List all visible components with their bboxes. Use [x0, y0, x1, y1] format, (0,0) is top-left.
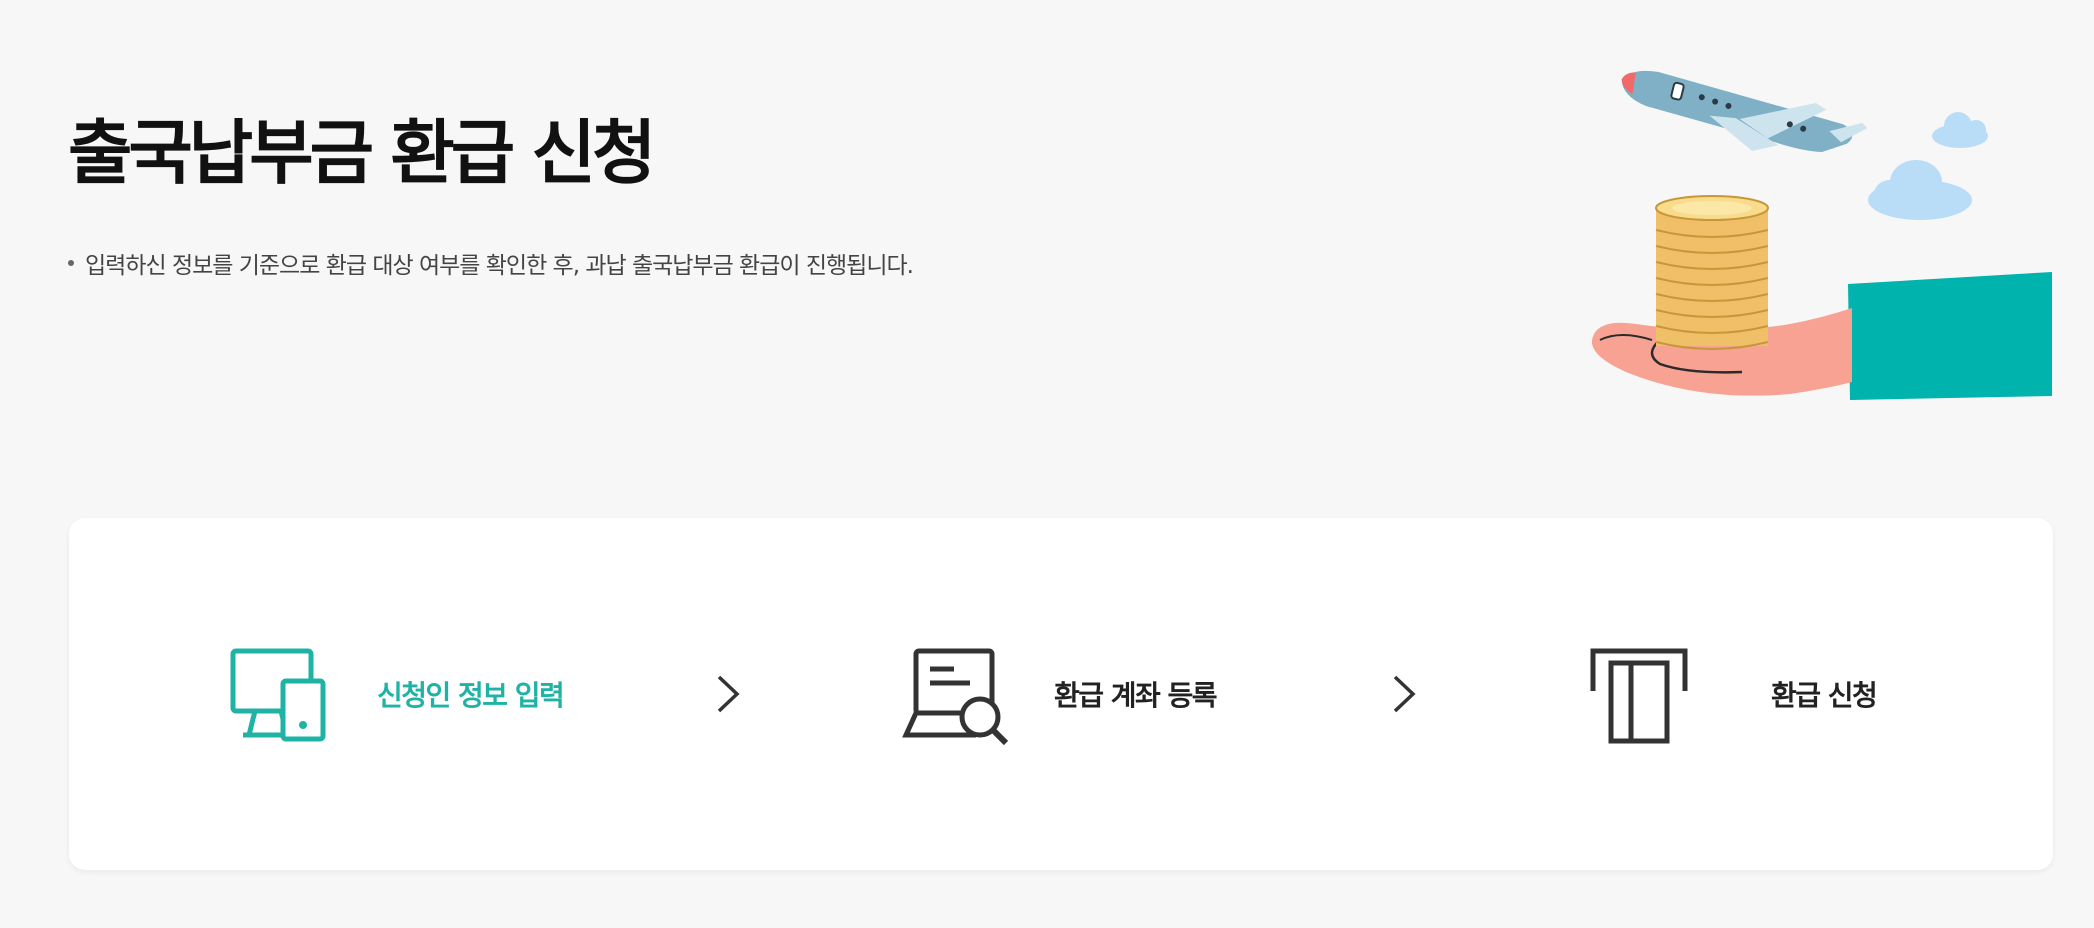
step-label: 환급 신청	[1771, 679, 1878, 712]
step-label: 신청인 정보 입력	[377, 679, 565, 712]
hero-illustration	[1591, 70, 2052, 400]
steps-card: 신청인 정보 입력 환급 계좌 등록 환급 신청	[69, 518, 2053, 870]
step-applicant-info[interactable]: 신청인 정보 입력	[225, 518, 565, 870]
chevron-right-icon	[717, 675, 740, 713]
step-refund-account[interactable]: 환급 계좌 등록	[902, 518, 1218, 870]
airplane-icon	[1621, 70, 1868, 152]
step-label: 환급 계좌 등록	[1054, 679, 1218, 712]
chevron-right-icon	[1393, 675, 1416, 713]
step-refund-request[interactable]: 환급 신청	[1579, 518, 1878, 870]
cloud-icon	[1932, 112, 1988, 148]
page: 출국납부금 환급 신청 입력하신 정보를 기준으로 환급 대상 여부를 확인한 …	[0, 0, 2094, 928]
atm-card-slot-icon	[1590, 648, 1688, 744]
coin-stack-icon	[1655, 195, 1769, 350]
notice-text: 입력하신 정보를 기준으로 환급 대상 여부를 확인한 후, 과납 출국납부금 …	[68, 246, 914, 280]
notice-label: 입력하신 정보를 기준으로 환급 대상 여부를 확인한 후, 과납 출국납부금 …	[85, 253, 914, 279]
bullet-icon	[68, 260, 74, 266]
devices-icon	[230, 648, 326, 742]
page-title: 출국납부금 환급 신청	[68, 112, 656, 194]
cloud-icon	[1868, 160, 1972, 220]
sleeve-shape	[1848, 272, 2052, 400]
laptop-search-icon	[902, 648, 1009, 746]
